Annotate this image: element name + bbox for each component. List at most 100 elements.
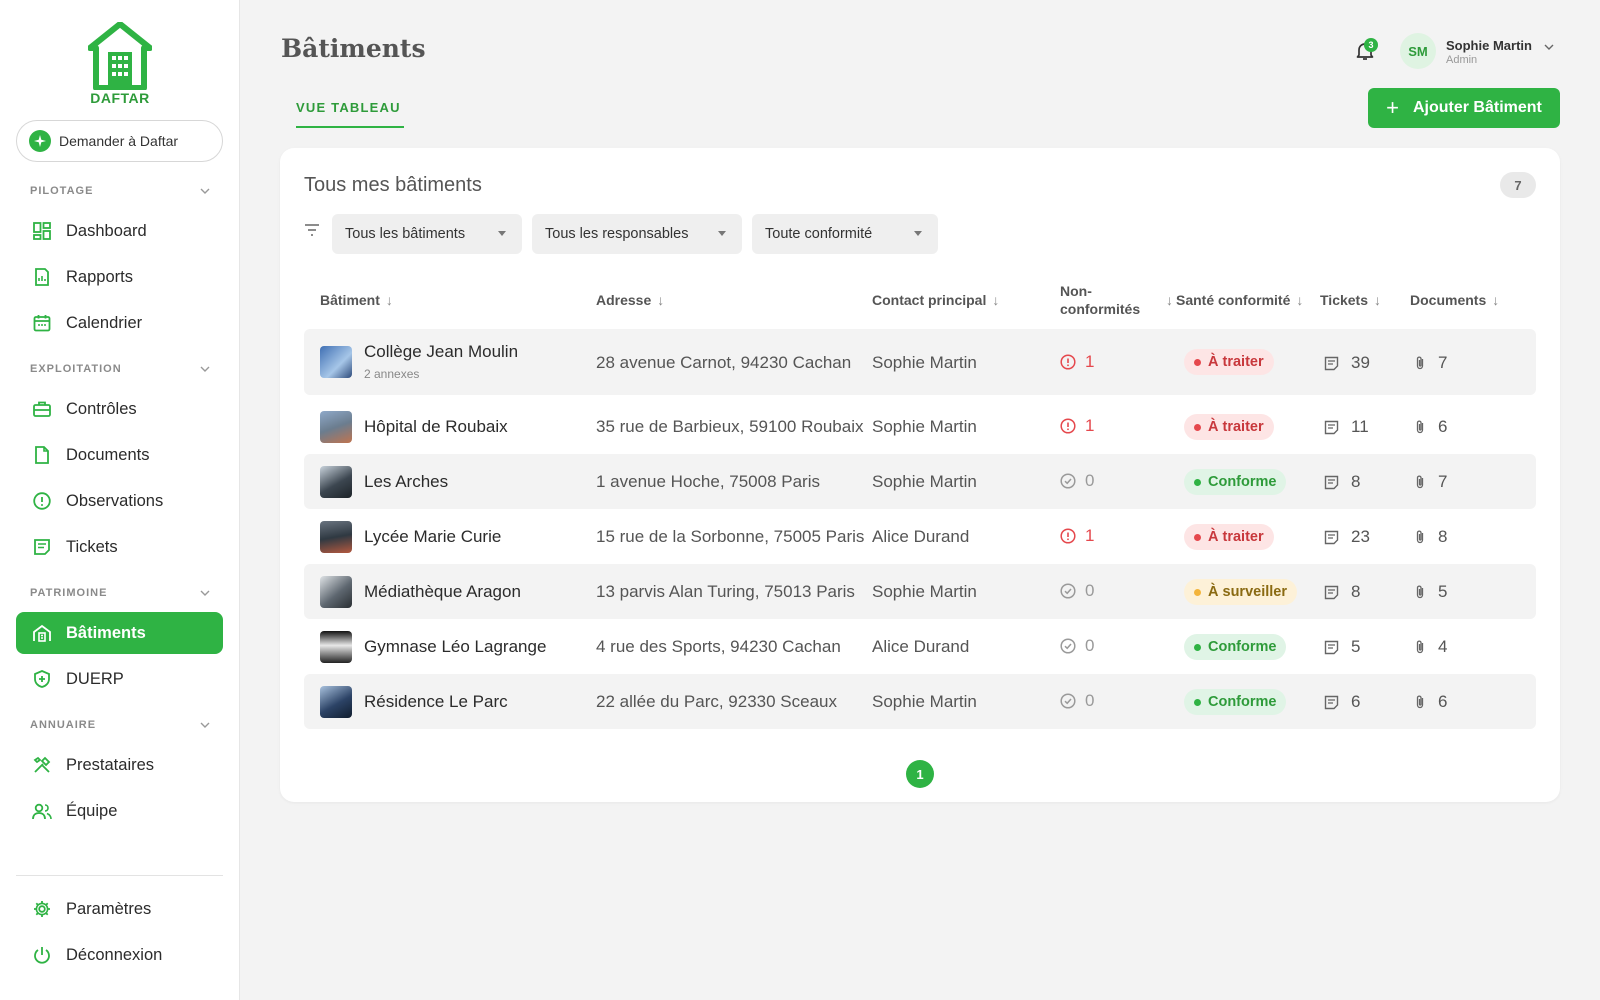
sidebar-item-batiments[interactable]: Bâtiments (16, 612, 223, 654)
sidebar-item-duerp[interactable]: DUERP (16, 658, 223, 700)
status-dot (1194, 478, 1201, 486)
documents-value: 6 (1438, 692, 1448, 711)
alert-circle-icon (1060, 354, 1076, 370)
arrow-down-icon: ↓ (1166, 292, 1173, 308)
user-role: Admin (1446, 54, 1478, 66)
chevron-down-icon (200, 590, 210, 596)
chevron-down-icon (200, 188, 210, 194)
table-row[interactable]: Les Arches 1 avenue Hoche, 75008 Paris S… (304, 454, 1536, 509)
building-name: Hôpital de Roubaix (364, 417, 508, 436)
sidebar-item-observations[interactable]: Observations (16, 480, 223, 522)
sidebar-item-equipe[interactable]: Équipe (16, 790, 223, 832)
building-thumbnail (320, 686, 352, 718)
building-thumbnail (320, 346, 352, 378)
documents-count: 5 (1414, 582, 1447, 602)
buildings-card: Tous mes bâtiments 7 Tous les bâtiments … (280, 148, 1560, 802)
status-badge: À traiter (1184, 349, 1274, 375)
table-row[interactable]: Médiathèque Aragon 13 parvis Alan Turing… (304, 564, 1536, 619)
tab-vue-tableau[interactable]: VUE TABLEAU (296, 100, 401, 115)
column-header-non-conformites[interactable]: Non- conformités (1060, 282, 1140, 318)
column-header-sante[interactable]: ↓ Santé conformité ↓ (1166, 292, 1303, 308)
sidebar-item-dashboard[interactable]: Dashboard (16, 210, 223, 252)
column-header-batiment[interactable]: Bâtiment ↓ (320, 292, 393, 308)
status-label: À traiter (1208, 419, 1264, 435)
sidebar-item-label: Contrôles (66, 399, 137, 418)
status-badge: Conforme (1184, 689, 1287, 715)
table-row[interactable]: Hôpital de Roubaix 35 rue de Barbieux, 5… (304, 399, 1536, 454)
table-row[interactable]: Lycée Marie Curie 15 rue de la Sorbonne,… (304, 509, 1536, 564)
tab-active-indicator (296, 126, 404, 128)
alert-circle-icon (1060, 418, 1076, 434)
sidebar-item-tickets[interactable]: Tickets (16, 526, 223, 568)
sidebar-item-label: Observations (66, 491, 164, 510)
caret-down-icon (718, 231, 726, 236)
table-row[interactable]: Collège Jean Moulin 2 annexes 28 avenue … (304, 329, 1536, 395)
status-badge: Conforme (1184, 634, 1287, 660)
column-header-documents[interactable]: Documents ↓ (1410, 292, 1499, 308)
avatar[interactable]: SM (1400, 33, 1436, 69)
tickets-count: 6 (1324, 692, 1360, 712)
building-address: 28 avenue Carnot, 94230 Cachan (596, 353, 852, 372)
ticket-icon (1324, 640, 1339, 654)
sidebar-item-rapports[interactable]: Rapports (16, 256, 223, 298)
filter-icon[interactable] (304, 224, 320, 236)
column-header-contact[interactable]: Contact principal ↓ (872, 292, 999, 308)
paperclip-icon (1416, 475, 1424, 489)
status-label: Conforme (1208, 639, 1277, 655)
column-header-tickets[interactable]: Tickets ↓ (1320, 292, 1381, 308)
sidebar-item-label: Rapports (66, 267, 133, 286)
sidebar-item-deconnexion[interactable]: Déconnexion (16, 934, 223, 976)
pagination-page-1[interactable]: 1 (906, 760, 934, 788)
sidebar-item-label: Documents (66, 445, 150, 464)
building-address: 15 rue de la Sorbonne, 75005 Paris (596, 527, 865, 546)
caret-down-icon (914, 231, 922, 236)
table-row[interactable]: Gymnase Léo Lagrange 4 rue des Sports, 9… (304, 619, 1536, 674)
column-header-label: Contact principal (872, 292, 987, 308)
users-icon (32, 801, 52, 821)
gear-icon (32, 899, 52, 919)
ask-daftar-button[interactable]: Demander à Daftar (16, 120, 223, 162)
sidebar-item-controles[interactable]: Contrôles (16, 388, 223, 430)
ticket-icon (1324, 530, 1339, 544)
building-contact: Sophie Martin (872, 582, 977, 601)
ticket-icon (32, 537, 52, 557)
section-pilotage[interactable]: PILOTAGE (30, 185, 210, 197)
section-annuaire[interactable]: ANNUAIRE (30, 719, 210, 731)
status-label: À traiter (1208, 354, 1264, 370)
documents-value: 5 (1438, 582, 1448, 601)
tickets-value: 5 (1351, 637, 1361, 656)
paperclip-icon (1416, 585, 1424, 599)
non-conformites-count: 0 (1060, 581, 1094, 601)
non-conformites-count: 0 (1060, 471, 1094, 491)
table-row[interactable]: Résidence Le Parc 22 allée du Parc, 9233… (304, 674, 1536, 729)
paperclip-icon (1416, 530, 1424, 544)
building-thumbnail (320, 521, 352, 553)
filter-batiments-select[interactable]: Tous les bâtiments (332, 214, 522, 254)
filter-conformite-select[interactable]: Toute conformité (752, 214, 938, 254)
sidebar-divider (16, 875, 223, 876)
sidebar-item-label: Déconnexion (66, 945, 163, 964)
chevron-down-icon[interactable] (1544, 44, 1554, 50)
card-title: Tous mes bâtiments (304, 174, 482, 196)
sidebar-item-prestataires[interactable]: Prestataires (16, 744, 223, 786)
sidebar-item-parametres[interactable]: Paramètres (16, 888, 223, 930)
documents-count: 6 (1414, 692, 1447, 712)
tickets-value: 39 (1351, 353, 1370, 372)
sidebar-item-documents[interactable]: Documents (16, 434, 223, 476)
filter-responsables-select[interactable]: Tous les responsables (532, 214, 742, 254)
logo-text: DAFTAR (90, 90, 150, 106)
add-building-button[interactable]: + Ajouter Bâtiment (1368, 88, 1560, 128)
daftar-logo[interactable]: DAFTAR (86, 22, 154, 106)
user-name[interactable]: Sophie Martin (1446, 38, 1532, 53)
tickets-value: 8 (1351, 472, 1361, 491)
status-dot (1194, 423, 1201, 431)
tickets-value: 8 (1351, 582, 1361, 601)
arrow-down-icon: ↓ (657, 292, 665, 308)
section-patrimoine[interactable]: PATRIMOINE (30, 587, 210, 599)
sidebar-item-calendrier[interactable]: Calendrier (16, 302, 223, 344)
building-thumbnail (320, 631, 352, 663)
shield-icon (32, 669, 52, 689)
section-exploitation[interactable]: EXPLOITATION (30, 363, 210, 375)
building-address: 35 rue de Barbieux, 59100 Roubaix (596, 417, 864, 436)
column-header-adresse[interactable]: Adresse ↓ (596, 292, 664, 308)
